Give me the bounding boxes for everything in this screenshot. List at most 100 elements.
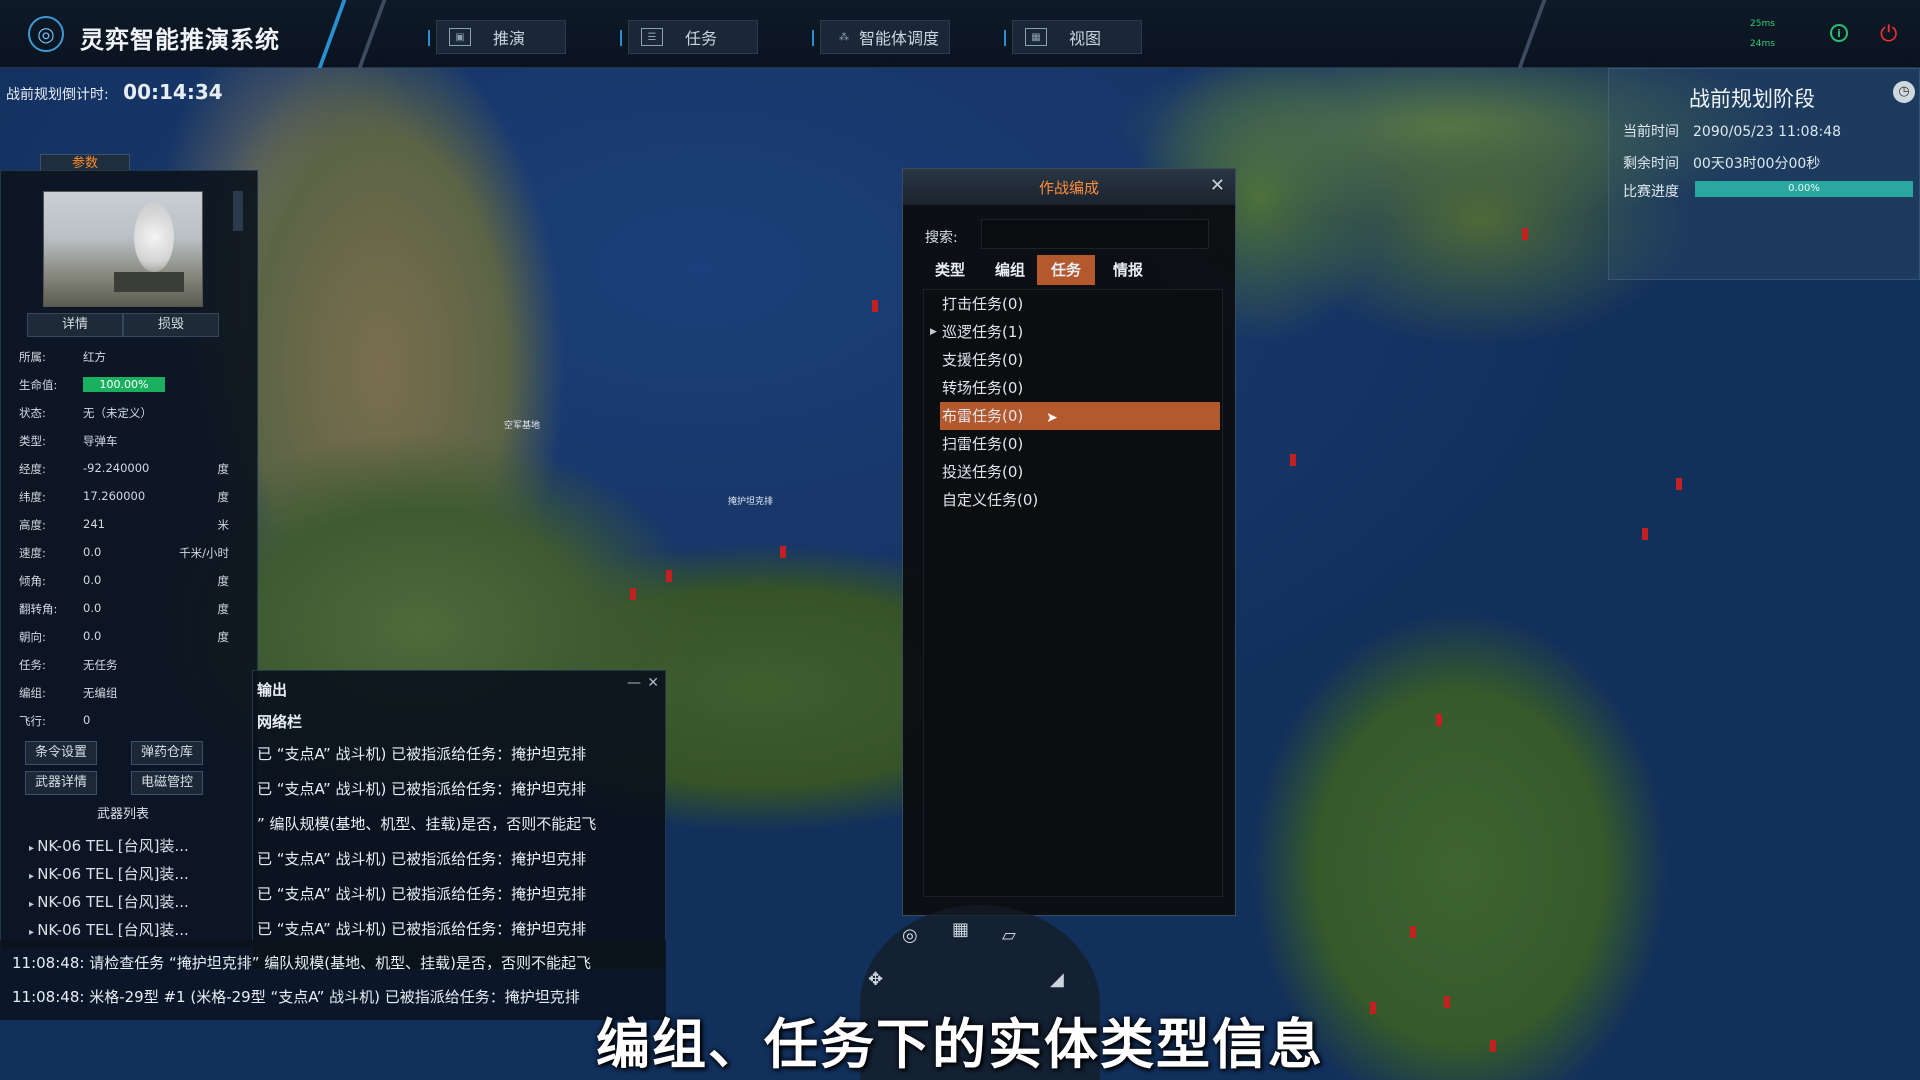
nav-label: 智能体调度 bbox=[859, 29, 940, 48]
smoke-shape bbox=[134, 202, 174, 272]
unit-photo bbox=[43, 191, 203, 307]
task-item-custom[interactable]: 自定义任务(0) bbox=[942, 486, 1038, 514]
map-unit-marker[interactable] bbox=[1676, 478, 1682, 490]
task-item-patrol[interactable]: 巡逻任务(1) bbox=[942, 318, 1023, 346]
network-icon: ⁂ bbox=[839, 31, 849, 43]
destroy-button[interactable]: 损毁 bbox=[123, 313, 219, 337]
info-icon[interactable]: i bbox=[1830, 24, 1848, 42]
close-icon[interactable]: ✕ bbox=[1210, 175, 1225, 196]
weapon-item[interactable]: NK-06 TEL [台风]装... bbox=[29, 835, 219, 856]
log-line: 已 “支点A” 战斗机) 已被指派给任务：掩护坦克排 bbox=[257, 780, 587, 798]
phase-title: 战前规划阶段 bbox=[1689, 87, 1815, 111]
grid-icon[interactable]: ▦ bbox=[952, 919, 969, 940]
log-line: 已 “支点A” 战斗机) 已被指派给任务：掩护坦克排 bbox=[257, 850, 587, 868]
search-input[interactable] bbox=[981, 219, 1209, 249]
countdown: 战前规划倒计时: 00:14:34 bbox=[6, 80, 223, 104]
tab-intel[interactable]: 情报 bbox=[1099, 255, 1157, 285]
clock-icon[interactable]: ◷ bbox=[1893, 81, 1915, 103]
param-row-latitude: 纬度: 17.260000 度 bbox=[19, 489, 229, 504]
map-unit-marker[interactable] bbox=[1642, 528, 1648, 540]
nav-view-button[interactable]: ▦ 视图 bbox=[1012, 20, 1142, 54]
app-title: 灵弈智能推演系统 bbox=[80, 26, 280, 54]
globe-logo-icon: ◎ bbox=[28, 16, 64, 52]
close-icon[interactable]: ✕ bbox=[647, 675, 659, 691]
param-row-group: 编组: 无编组 bbox=[19, 686, 118, 700]
document-icon[interactable]: ▱ bbox=[1002, 925, 1016, 946]
scrollbar[interactable] bbox=[233, 191, 243, 231]
params-panel: 详情 损毁 所属: 红方 生命值: 100.00% 状态: 无（未定义） 类型: 导弹… bbox=[0, 170, 258, 950]
nav-task-button[interactable]: ☰ 任务 bbox=[628, 20, 758, 54]
task-item-minesweeping[interactable]: 扫雷任务(0) bbox=[942, 430, 1023, 458]
combat-formation-dialog: 作战编成 ✕ 搜索: 类型 编组 任务 情报 打击任务(0) ▶ 巡逻任务(1)… bbox=[902, 168, 1236, 916]
divider bbox=[428, 30, 430, 46]
weapon-details-button[interactable]: 武器详情 bbox=[25, 771, 97, 795]
map-unit-marker[interactable] bbox=[1290, 454, 1296, 466]
task-item-minelaying[interactable]: 布雷任务(0) bbox=[940, 402, 1220, 430]
log-line: ” 编队规模(基地、机型、挂载)是否，否则不能起飞 bbox=[257, 815, 597, 833]
progress-label: 比赛进度 bbox=[1623, 184, 1679, 200]
log-line: 已 “支点A” 战斗机) 已被指派给任务：掩护坦克排 bbox=[257, 745, 587, 763]
map-base-label: 空军基地 bbox=[504, 421, 541, 431]
param-row-altitude: 高度: 241 米 bbox=[19, 517, 229, 532]
ammo-depot-button[interactable]: 弹药仓库 bbox=[131, 741, 203, 765]
target-icon[interactable]: ◎ bbox=[902, 925, 918, 946]
map-unit-marker[interactable] bbox=[780, 546, 786, 558]
divider bbox=[812, 30, 814, 46]
divider bbox=[317, 0, 347, 68]
detail-button[interactable]: 详情 bbox=[27, 313, 123, 337]
nav-deduce-button[interactable]: ▣ 推演 bbox=[436, 20, 566, 54]
nav-agent-dispatch-button[interactable]: ⁂ 智能体调度 bbox=[820, 20, 950, 54]
expand-caret-icon[interactable]: ▶ bbox=[930, 327, 937, 337]
map-unit-marker[interactable] bbox=[1522, 228, 1528, 240]
latency-b: 24ms bbox=[1750, 39, 1775, 49]
output-subtitle: 网络栏 bbox=[257, 713, 303, 731]
tab-group[interactable]: 编组 bbox=[981, 255, 1039, 285]
orders-settings-button[interactable]: 条令设置 bbox=[25, 741, 97, 765]
divider bbox=[620, 30, 622, 46]
map-unit-marker[interactable] bbox=[1436, 714, 1442, 726]
tab-task[interactable]: 任务 bbox=[1037, 255, 1095, 285]
nav-label: 推演 bbox=[493, 29, 526, 48]
phase-panel: 战前规划阶段 ◷ 当前时间 2090/05/23 11:08:48 剩余时间 00天… bbox=[1608, 68, 1920, 280]
weapon-item[interactable]: NK-06 TEL [台风]装... bbox=[29, 891, 219, 912]
power-icon[interactable]: ⏻ bbox=[1880, 22, 1897, 47]
map-unit-marker[interactable] bbox=[1410, 926, 1416, 938]
task-item-delivery[interactable]: 投送任务(0) bbox=[942, 458, 1023, 486]
param-row-health: 生命值: 100.00% bbox=[19, 377, 229, 395]
nav-label: 任务 bbox=[685, 29, 718, 48]
task-item-ferry[interactable]: 转场任务(0) bbox=[942, 374, 1023, 402]
minimize-icon[interactable]: — bbox=[627, 675, 641, 691]
divider bbox=[1004, 30, 1006, 46]
log-line: 已 “支点A” 战斗机) 已被指派给任务：掩护坦克排 bbox=[257, 920, 587, 938]
map-unit-marker[interactable] bbox=[630, 588, 636, 600]
map-group-label: 掩护坦克排 bbox=[728, 497, 774, 507]
param-row-faction: 所属: 红方 bbox=[19, 350, 106, 364]
film-icon: ▣ bbox=[449, 28, 471, 46]
weapon-item[interactable]: NK-06 TEL [台风]装... bbox=[29, 863, 219, 884]
task-item-support[interactable]: 支援任务(0) bbox=[942, 346, 1023, 374]
map-unit-marker[interactable] bbox=[666, 570, 672, 582]
param-row-status: 状态: 无（未定义） bbox=[19, 406, 152, 420]
dialog-header[interactable]: 作战编成 ✕ bbox=[903, 169, 1235, 205]
tab-type[interactable]: 类型 bbox=[921, 255, 979, 285]
dialog-title: 作战编成 bbox=[1038, 179, 1099, 197]
current-time: 当前时间 2090/05/23 11:08:48 bbox=[1623, 124, 1842, 140]
log-line: 已 “支点A” 战斗机) 已被指派给任务：掩护坦克排 bbox=[257, 885, 587, 903]
search-label: 搜索: bbox=[925, 230, 958, 246]
log-line: 11:08:48: 请检查任务 “掩护坦克排” 编队规模(基地、机型、挂载)是否… bbox=[12, 954, 591, 972]
output-title: 输出 bbox=[257, 681, 288, 699]
task-tree: 打击任务(0) ▶ 巡逻任务(1) 支援任务(0) 转场任务(0) 布雷任务(0… bbox=[923, 289, 1223, 897]
param-row-roll: 翻转角: 0.0 度 bbox=[19, 601, 229, 616]
weapon-item[interactable]: NK-06 TEL [台风]装... bbox=[29, 919, 219, 940]
move-icon[interactable]: ✥ bbox=[868, 969, 883, 990]
mouse-cursor-icon: ➤ bbox=[1046, 410, 1058, 426]
navigate-icon[interactable]: ◢ bbox=[1050, 969, 1064, 990]
task-item-strike[interactable]: 打击任务(0) bbox=[942, 290, 1023, 318]
health-bar: 100.00% bbox=[83, 377, 165, 392]
weapons-list-title: 武器列表 bbox=[96, 807, 149, 822]
map-unit-marker[interactable] bbox=[872, 300, 878, 312]
countdown-label: 战前规划倒计时: bbox=[6, 87, 109, 103]
progress-bar: 0.00% bbox=[1695, 181, 1913, 197]
emcon-button[interactable]: 电磁管控 bbox=[131, 771, 203, 795]
param-row-pitch: 倾角: 0.0 度 bbox=[19, 573, 229, 588]
